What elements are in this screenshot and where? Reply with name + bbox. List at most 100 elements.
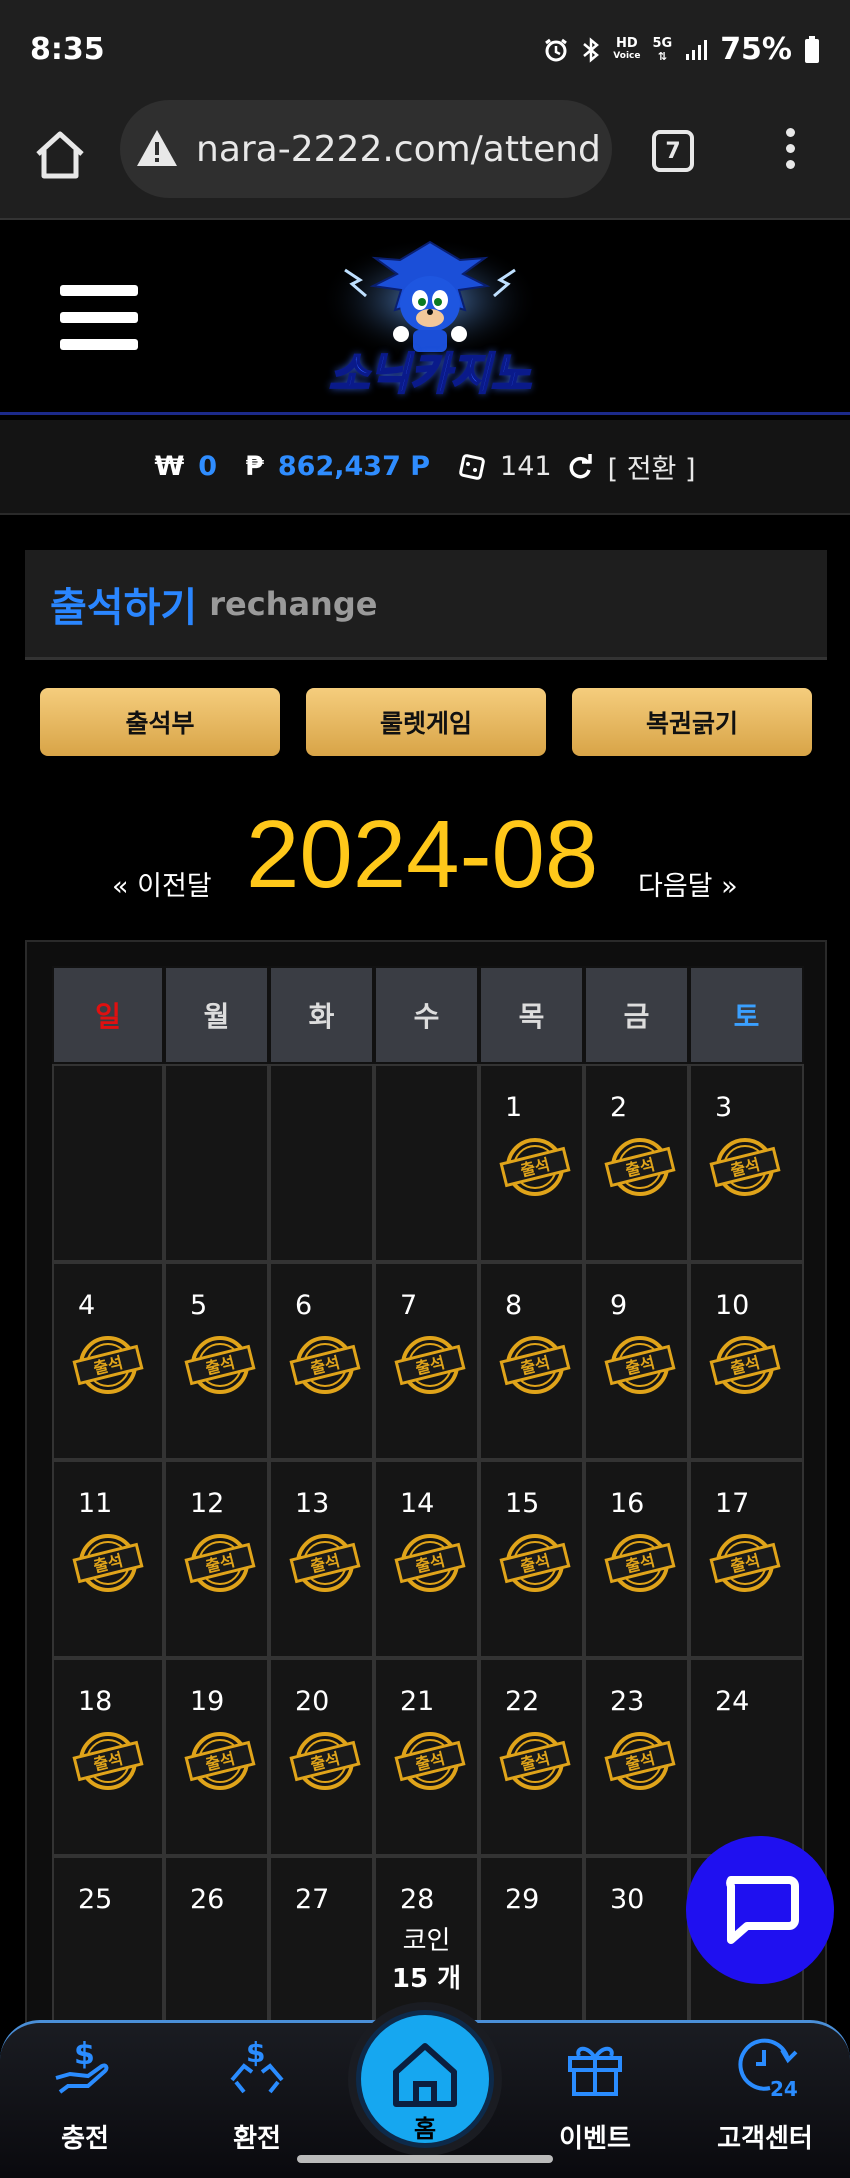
coin-label: 코인 xyxy=(402,1926,451,1956)
site-header: 소닉카지노 xyxy=(0,220,850,415)
calendar-day-cell[interactable]: 30 xyxy=(584,1856,689,2038)
attendance-stamp-icon: 출석 xyxy=(394,1732,466,1790)
day-number: 20 xyxy=(295,1686,330,1717)
calendar-day-cell[interactable]: 11 출석 xyxy=(52,1460,164,1658)
battery-percent: 75% xyxy=(720,32,792,67)
hd-voice-icon: HD Voice xyxy=(613,37,640,63)
nav-withdraw[interactable]: $ 환전 xyxy=(182,2030,332,2155)
nav-withdraw-label: 환전 xyxy=(233,2124,281,2154)
nav-deposit[interactable]: $ 충전 xyxy=(10,2030,160,2155)
day-number: 16 xyxy=(610,1488,645,1519)
nav-event[interactable]: 이벤트 xyxy=(520,2030,670,2155)
calendar-day-cell[interactable]: 15 출석 xyxy=(479,1460,584,1658)
calendar-day-cell[interactable]: 25 xyxy=(52,1856,164,2038)
home-icon[interactable] xyxy=(30,126,90,186)
day-number: 25 xyxy=(78,1884,113,1915)
calendar-day-cell[interactable]: 7 출석 xyxy=(374,1262,479,1460)
weekday-header: 금 xyxy=(584,966,689,1064)
calendar-day-cell[interactable]: 29 xyxy=(479,1856,584,2038)
day-number: 6 xyxy=(295,1290,313,1321)
day-number: 11 xyxy=(78,1488,113,1519)
calendar-day-cell xyxy=(164,1064,269,1262)
warning-icon[interactable] xyxy=(134,126,180,172)
site-logo[interactable]: 소닉카지노 xyxy=(305,230,555,410)
calendar-day-cell[interactable]: 13 출석 xyxy=(269,1460,374,1658)
calendar-day-cell[interactable]: 3 출석 xyxy=(689,1064,804,1262)
deposit-icon: $ xyxy=(55,2037,109,2094)
address-bar[interactable]: nara-2222.com/attend xyxy=(120,100,612,198)
calendar-day-cell[interactable]: 5 출석 xyxy=(164,1262,269,1460)
attendance-stamp-icon: 출석 xyxy=(72,1732,144,1790)
5g-icon: 5G ⇅ xyxy=(652,35,673,63)
day-number: 28 xyxy=(400,1884,435,1915)
day-number: 29 xyxy=(505,1884,540,1915)
attendance-stamp-icon: 출석 xyxy=(604,1534,676,1592)
won-icon: ₩ xyxy=(154,451,185,482)
next-month-link[interactable]: 다음달 » xyxy=(638,864,738,903)
voice-label: Voice xyxy=(613,50,641,61)
day-number: 5 xyxy=(190,1290,208,1321)
attendance-stamp-icon: 출석 xyxy=(709,1534,781,1592)
calendar-day-cell[interactable]: 20 출석 xyxy=(269,1658,374,1856)
nav-support[interactable]: 24 고객센터 xyxy=(690,2030,840,2155)
calendar-day-cell[interactable]: 4 출석 xyxy=(52,1262,164,1460)
calendar-day-cell[interactable]: 24 xyxy=(689,1658,804,1856)
nav-deposit-label: 충전 xyxy=(61,2124,109,2154)
attendance-stamp-icon: 출석 xyxy=(709,1336,781,1394)
day-number: 23 xyxy=(610,1686,645,1717)
day-number: 18 xyxy=(78,1686,113,1717)
prev-month-link[interactable]: « 이전달 xyxy=(112,864,212,903)
calendar-day-cell[interactable]: 12 출석 xyxy=(164,1460,269,1658)
day-number: 19 xyxy=(190,1686,225,1717)
day-number: 17 xyxy=(715,1488,750,1519)
calendar-day-cell[interactable]: 9 출석 xyxy=(584,1262,689,1460)
weekday-header: 월 xyxy=(164,966,269,1064)
day-number: 1 xyxy=(505,1092,523,1123)
calendar-day-cell xyxy=(52,1064,164,1262)
day-number: 2 xyxy=(610,1092,628,1123)
live-chat-button[interactable] xyxy=(686,1836,834,1984)
calendar-day-cell[interactable]: 10 출석 xyxy=(689,1262,804,1460)
calendar-week-row: 1 출석 2 출석 3 출석 xyxy=(52,1064,804,1262)
attendance-stamp-icon: 출석 xyxy=(499,1534,571,1592)
convert-button[interactable]: [ 전환 ] xyxy=(608,447,696,486)
svg-text:$: $ xyxy=(74,2037,95,2072)
gesture-bar xyxy=(297,2155,553,2163)
hamburger-menu-icon[interactable] xyxy=(60,285,138,350)
calendar-day-cell[interactable]: 2 출석 xyxy=(584,1064,689,1262)
url-text[interactable]: nara-2222.com/attend xyxy=(196,129,601,170)
calendar-day-cell[interactable]: 6 출석 xyxy=(269,1262,374,1460)
battery-icon xyxy=(805,35,819,63)
calendar-day-cell[interactable]: 1 출석 xyxy=(479,1064,584,1262)
withdraw-icon: $ xyxy=(230,2036,284,2094)
roulette-game-button[interactable]: 룰렛게임 xyxy=(306,688,546,756)
calendar-day-cell[interactable]: 8 출석 xyxy=(479,1262,584,1460)
calendar-day-cell[interactable]: 19 출석 xyxy=(164,1658,269,1856)
refresh-icon[interactable] xyxy=(566,453,594,481)
calendar-day-cell[interactable]: 17 출석 xyxy=(689,1460,804,1658)
page-title: 출석하기 xyxy=(50,584,198,631)
ticket-icon xyxy=(459,453,485,480)
attendance-stamp-icon: 출석 xyxy=(72,1336,144,1394)
attendance-stamp-icon: 출석 xyxy=(289,1732,361,1790)
nav-support-label: 고객센터 xyxy=(717,2124,813,2154)
calendar-day-cell[interactable]: 16 출석 xyxy=(584,1460,689,1658)
calendar-day-cell[interactable]: 26 xyxy=(164,1856,269,2038)
calendar-day-cell[interactable]: 22 출석 xyxy=(479,1658,584,1856)
calendar-day-cell[interactable]: 14 출석 xyxy=(374,1460,479,1658)
attendance-stamp-icon: 출석 xyxy=(499,1732,571,1790)
calendar-day-cell[interactable]: 18 출석 xyxy=(52,1658,164,1856)
logo-text: 소닉카지노 xyxy=(328,348,532,401)
attendance-book-button[interactable]: 출석부 xyxy=(40,688,280,756)
attendance-stamp-icon: 출석 xyxy=(72,1534,144,1592)
more-icon[interactable] xyxy=(780,128,800,178)
won-balance: 0 xyxy=(198,451,218,482)
nav-home[interactable]: 홈 xyxy=(356,2010,494,2148)
attendance-stamp-icon: 출석 xyxy=(499,1336,571,1394)
calendar-day-cell[interactable]: 21 출석 xyxy=(374,1658,479,1856)
current-month: 2024-08 xyxy=(246,801,599,908)
tabs-icon[interactable]: 7 xyxy=(652,130,694,172)
attendance-stamp-icon: 출석 xyxy=(499,1138,571,1196)
calendar-day-cell[interactable]: 23 출석 xyxy=(584,1658,689,1856)
lottery-scratch-button[interactable]: 복권긁기 xyxy=(572,688,812,756)
